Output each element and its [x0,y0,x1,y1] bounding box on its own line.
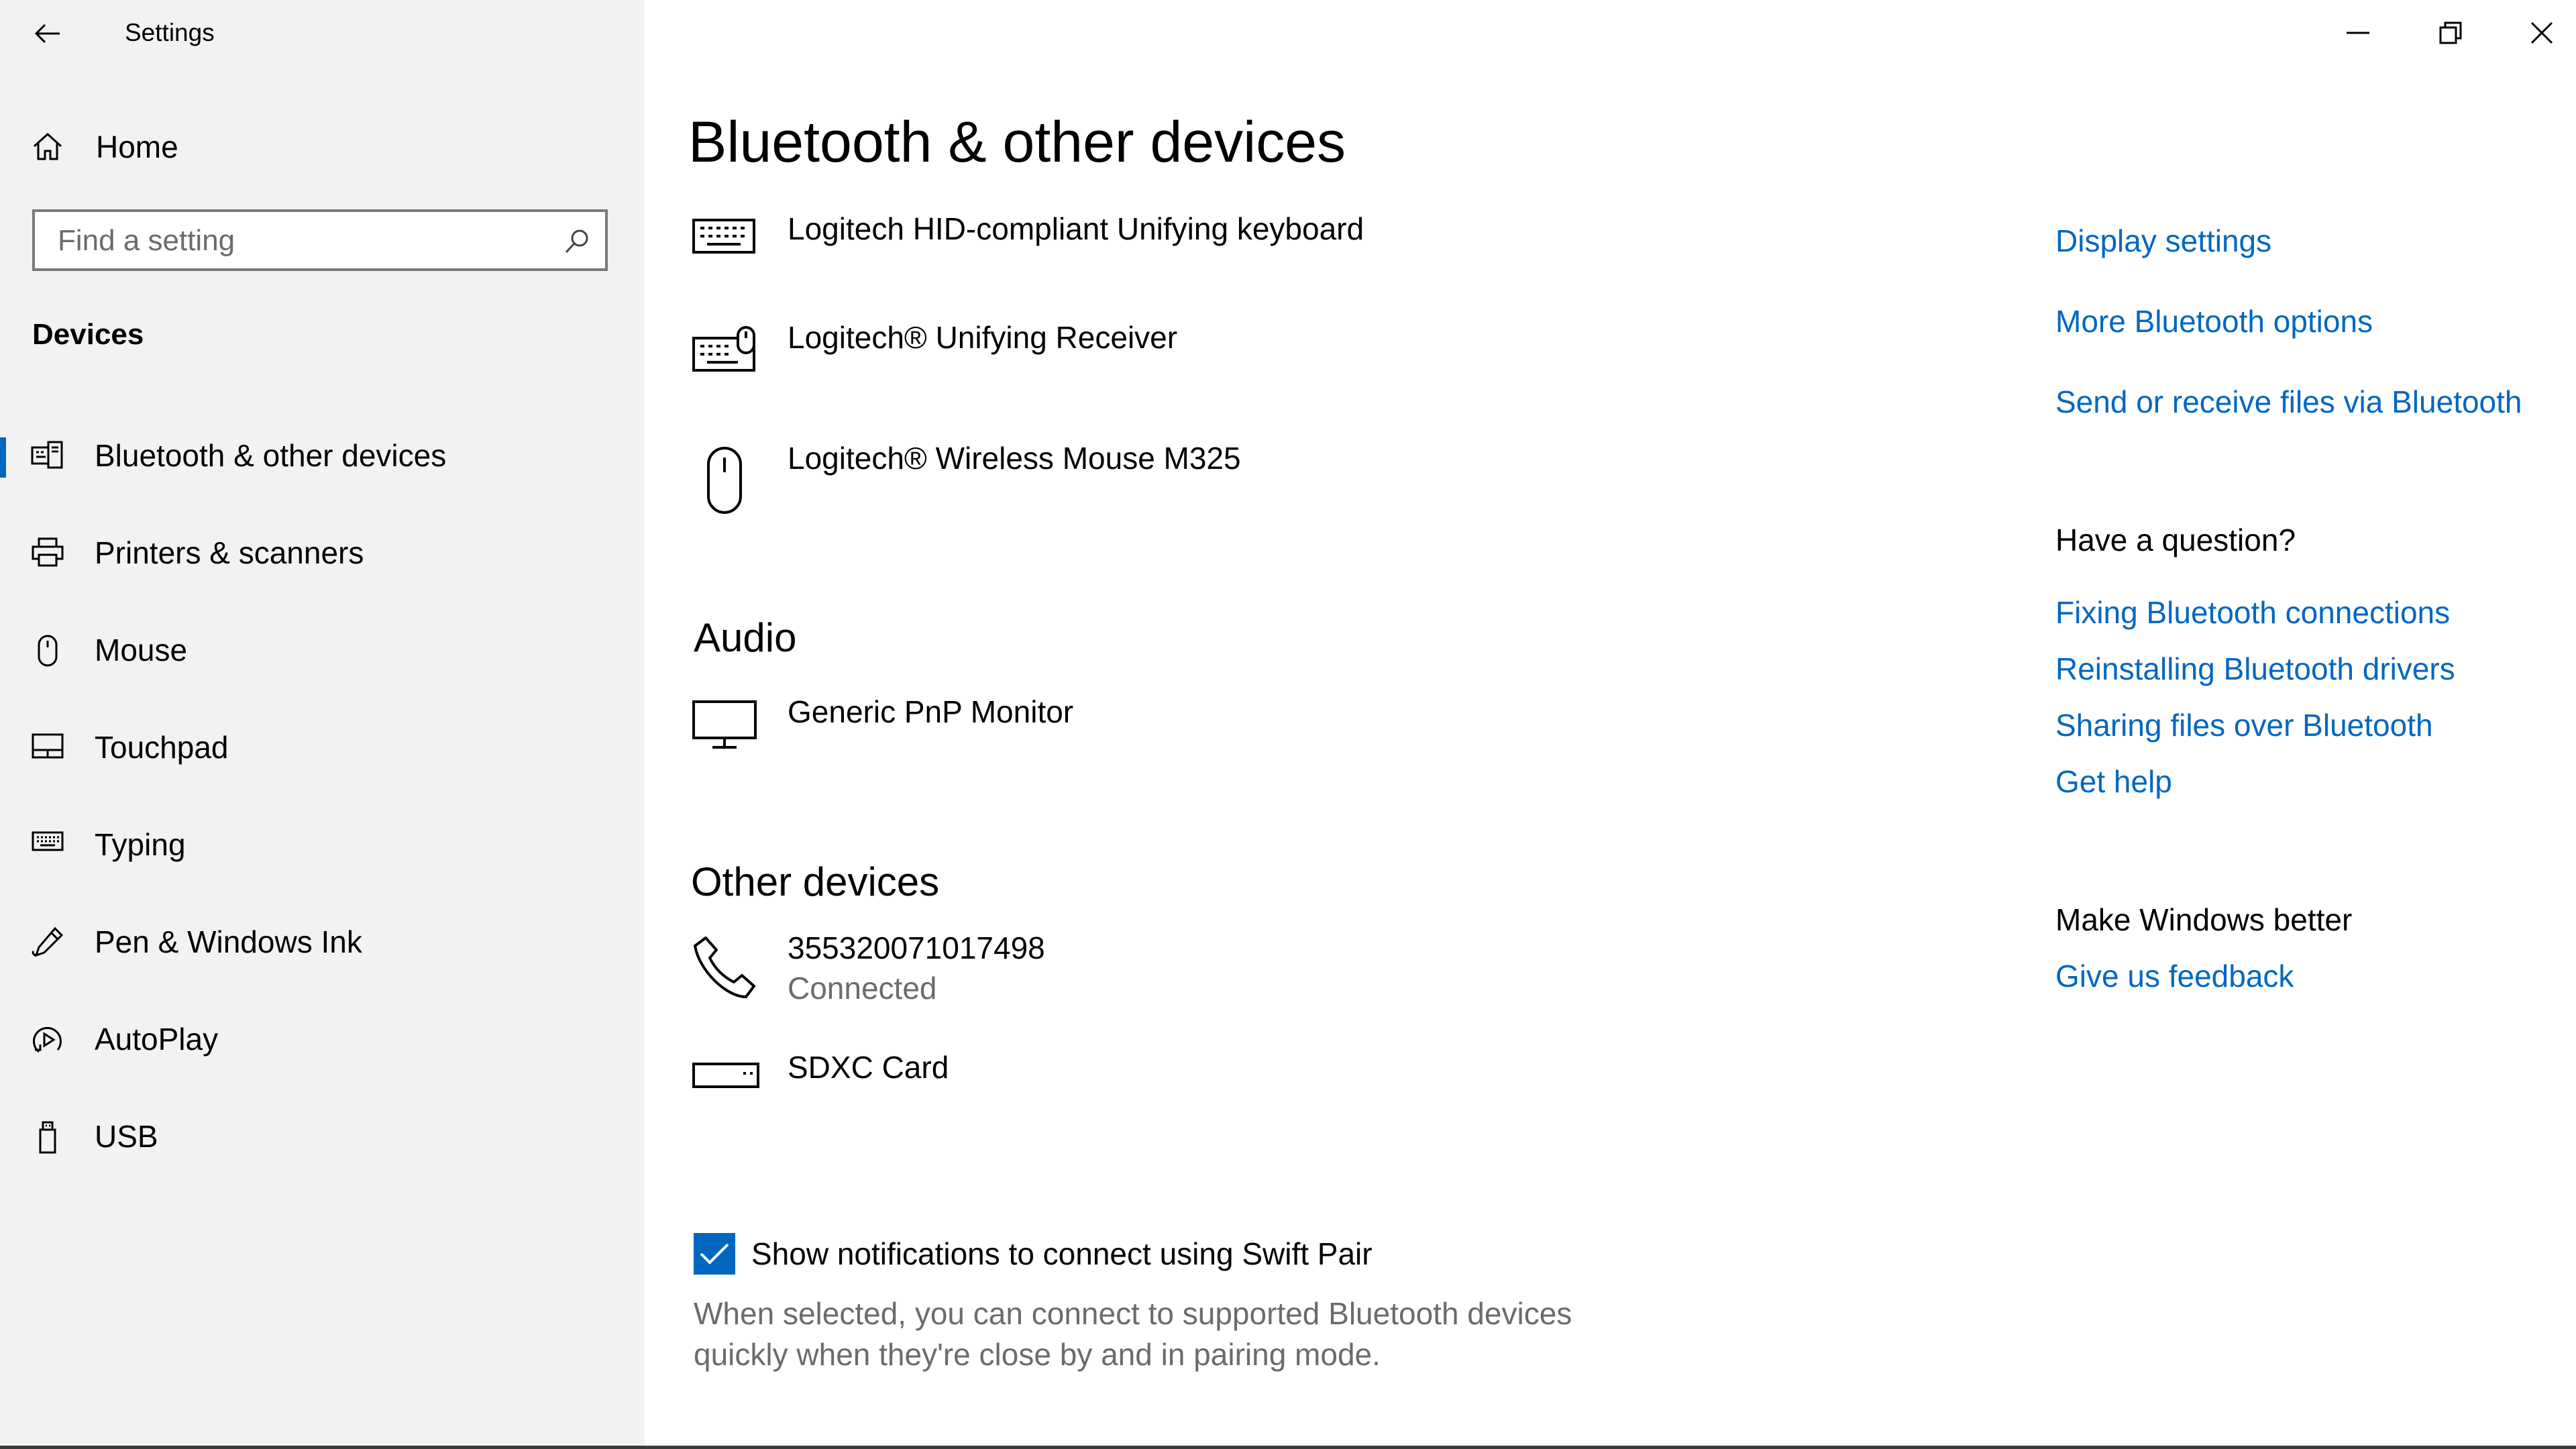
sidebar-item-label: Bluetooth & other devices [95,438,447,473]
get-help-link[interactable]: Get help [2055,763,2172,800]
autoplay-icon [31,1023,64,1057]
sidebar-item-pen[interactable]: Pen & Windows Ink [0,904,645,979]
device-status: Connected [788,971,937,1006]
device-name: 355320071017498 [788,930,1045,965]
device-name: Generic PnP Monitor [788,694,1074,729]
window-bottom-border [0,1446,2576,1449]
sidebar-item-home[interactable]: Home [0,119,645,173]
touchpad-icon [31,731,64,762]
reinstalling-drivers-link[interactable]: Reinstalling Bluetooth drivers [2055,651,2455,687]
device-name: Logitech HID-compliant Unifying keyboard [788,211,1364,246]
display-settings-link[interactable]: Display settings [2055,223,2271,259]
section-title: Devices [32,318,144,351]
sidebar-item-printers[interactable]: Printers & scanners [0,515,645,590]
sidebar-item-usb[interactable]: USB [0,1098,645,1173]
swift-pair-checkbox[interactable] [694,1233,735,1275]
swift-pair-label[interactable]: Show notifications to connect using Swif… [751,1236,1373,1272]
bluetooth-devices-icon [31,439,64,470]
mouse-icon [691,445,758,515]
device-name: Logitech® Unifying Receiver [788,320,1178,355]
printer-icon [31,537,64,568]
sidebar-item-label: USB [95,1119,158,1154]
active-indicator [0,437,6,478]
sidebar-item-label: Mouse [95,633,188,667]
fixing-bluetooth-link[interactable]: Fixing Bluetooth connections [2055,594,2450,631]
search-input[interactable] [56,219,555,263]
search-box[interactable] [32,209,608,271]
make-windows-better-heading: Make Windows better [2055,902,2353,937]
device-name: SDXC Card [788,1050,949,1085]
sidebar-item-autoplay[interactable]: AutoPlay [0,1001,645,1076]
app-title: Settings [125,19,215,46]
restore-button[interactable] [2414,3,2487,63]
sidebar-item-touchpad[interactable]: Touchpad [0,709,645,784]
sidebar: Settings Home Devices Bluetooth & other … [0,0,645,1446]
back-arrow-icon [34,23,60,44]
keyboard-icon [31,828,64,855]
swift-pair-description: When selected, you can connect to suppor… [694,1296,1572,1372]
checkmark-icon [700,1243,729,1265]
sd-card-icon [691,1055,761,1095]
pen-icon [31,926,64,959]
give-feedback-link[interactable]: Give us feedback [2055,958,2294,994]
restore-icon [2439,21,2462,44]
sidebar-item-label: Printers & scanners [95,535,364,570]
sidebar-item-bluetooth[interactable]: Bluetooth & other devices [0,417,645,492]
keyboard-icon [691,216,758,256]
search-icon[interactable] [564,228,590,255]
close-icon [2530,21,2553,44]
sidebar-item-label: Home [96,129,178,164]
sidebar-item-mouse[interactable]: Mouse [0,612,645,687]
close-button[interactable] [2505,3,2576,63]
have-a-question-heading: Have a question? [2055,523,2296,557]
monitor-icon [691,699,758,750]
usb-icon [31,1120,64,1154]
back-button[interactable] [24,15,71,52]
device-name: Logitech® Wireless Mouse M325 [788,441,1241,476]
sharing-files-link[interactable]: Sharing files over Bluetooth [2055,707,2433,743]
minimize-button[interactable] [2321,3,2395,63]
sidebar-item-label: Typing [95,827,186,862]
minimize-icon [2347,32,2369,34]
more-bluetooth-options-link[interactable]: More Bluetooth options [2055,303,2373,339]
sidebar-item-label: Touchpad [95,730,229,765]
mouse-icon [31,634,64,667]
sidebar-item-label: AutoPlay [95,1022,219,1057]
send-receive-files-link[interactable]: Send or receive files via Bluetooth [2055,384,2522,420]
sidebar-item-label: Pen & Windows Ink [95,924,362,959]
page-title: Bluetooth & other devices [688,110,1346,174]
keyboard-mouse-icon [691,325,758,378]
audio-section-title: Audio [694,615,797,660]
other-devices-section-title: Other devices [691,859,940,904]
home-icon [32,131,63,161]
sidebar-item-typing[interactable]: Typing [0,806,645,881]
phone-icon [691,935,761,1005]
